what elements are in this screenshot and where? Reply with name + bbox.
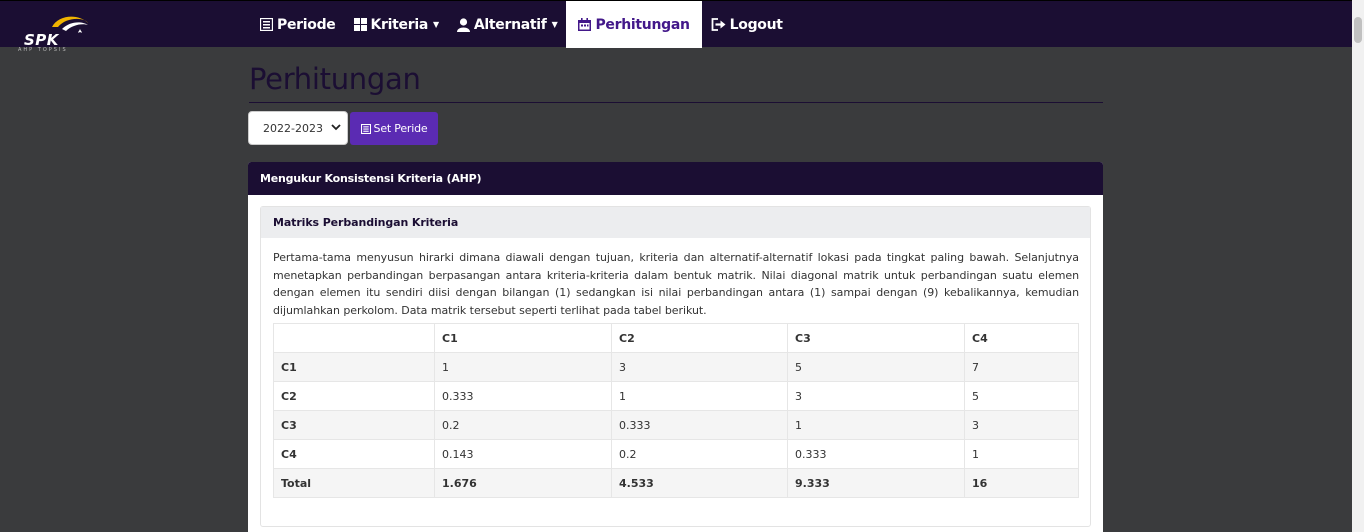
table-cell: 0.333 bbox=[611, 410, 788, 440]
table-header-cell bbox=[273, 323, 435, 353]
total-label-cell: Total bbox=[273, 468, 435, 498]
chevron-down-icon: ▼ bbox=[433, 20, 439, 29]
logout-icon bbox=[711, 18, 726, 31]
nav-perhitungan[interactable]: Perhitungan bbox=[566, 1, 702, 48]
table-header-cell: C3 bbox=[787, 323, 965, 353]
total-cell: 9.333 bbox=[787, 468, 965, 498]
nav-alternatif-label: Alternatif bbox=[473, 16, 547, 33]
nav-kriteria-label: Kriteria bbox=[370, 16, 429, 33]
nav-logout[interactable]: Logout bbox=[702, 1, 792, 48]
panel-title: Matriks Perbandingan Kriteria bbox=[261, 207, 1090, 238]
table-header-cell: C2 bbox=[611, 323, 788, 353]
user-icon bbox=[456, 17, 470, 32]
set-period-button[interactable]: Set Peride bbox=[350, 112, 438, 145]
card-header: Mengukur Konsistensi Kriteria (AHP) bbox=[248, 162, 1103, 195]
brand-tagline: AHP TOPSIS bbox=[18, 47, 68, 53]
nav-logout-label: Logout bbox=[729, 16, 783, 33]
table-total-row: Total 1.676 4.533 9.333 16 bbox=[273, 468, 1079, 498]
comparison-matrix-table: C1 C2 C3 C4 C1 1 3 5 7 C2 0.333 1 3 5 C3… bbox=[273, 323, 1079, 498]
table-cell: 1 bbox=[611, 381, 788, 411]
row-header-cell: C3 bbox=[273, 410, 435, 440]
chevron-down-icon: ▼ bbox=[551, 20, 558, 29]
table-header-row: C1 C2 C3 C4 bbox=[273, 323, 1079, 353]
table-cell: 5 bbox=[964, 381, 1079, 411]
table-row: C4 0.143 0.2 0.333 1 bbox=[273, 439, 1079, 469]
comparison-matrix-panel: Matriks Perbandingan Kriteria Pertama-ta… bbox=[260, 206, 1091, 527]
table-cell: 1 bbox=[434, 352, 612, 382]
table-header-cell: C4 bbox=[964, 323, 1079, 353]
nav-periode-label: Periode bbox=[277, 16, 336, 33]
table-row: C3 0.2 0.333 1 3 bbox=[273, 410, 1079, 440]
table-cell: 3 bbox=[964, 410, 1079, 440]
row-header-cell: C1 bbox=[273, 352, 435, 382]
table-header-cell: C1 bbox=[434, 323, 612, 353]
brand-logo[interactable]: SPK AHP TOPSIS bbox=[16, 11, 108, 55]
nav-perhitungan-label: Perhitungan bbox=[595, 16, 690, 33]
table-cell: 5 bbox=[787, 352, 965, 382]
ahp-consistency-card: Mengukur Konsistensi Kriteria (AHP) Matr… bbox=[248, 162, 1103, 532]
table-cell: 0.333 bbox=[434, 381, 612, 411]
chevron-down-icon bbox=[331, 122, 341, 135]
title-divider bbox=[249, 102, 1103, 103]
matrix-description: Pertama-tama menyusun hirarki dimana dia… bbox=[273, 251, 1079, 317]
table-cell: 1 bbox=[787, 410, 965, 440]
nav-kriteria[interactable]: Kriteria ▼ bbox=[345, 1, 448, 48]
table-cell: 7 bbox=[964, 352, 1079, 382]
total-cell: 4.533 bbox=[611, 468, 788, 498]
nav-alternatif[interactable]: Alternatif ▼ bbox=[448, 1, 567, 48]
table-row: C1 1 3 5 7 bbox=[273, 352, 1079, 382]
top-navbar: SPK AHP TOPSIS Periode Kriteria ▼ Altern… bbox=[0, 0, 1352, 53]
table-cell: 0.143 bbox=[434, 439, 612, 469]
list-icon bbox=[360, 123, 371, 134]
table-cell: 3 bbox=[611, 352, 788, 382]
table-cell: 3 bbox=[787, 381, 965, 411]
period-select[interactable]: 2022-2023 bbox=[248, 111, 348, 145]
page-scrollbar[interactable] bbox=[1352, 0, 1364, 532]
total-cell: 16 bbox=[964, 468, 1079, 498]
table-row: C2 0.333 1 3 5 bbox=[273, 381, 1079, 411]
row-header-cell: C2 bbox=[273, 381, 435, 411]
main-nav: Periode Kriteria ▼ Alternatif ▼ Perhitun… bbox=[251, 1, 792, 48]
grid-icon bbox=[353, 18, 367, 31]
table-cell: 1 bbox=[964, 439, 1079, 469]
row-header-cell: C4 bbox=[273, 439, 435, 469]
list-icon bbox=[260, 18, 273, 31]
table-cell: 0.333 bbox=[787, 439, 965, 469]
page-title: Perhitungan bbox=[249, 62, 421, 96]
calendar-icon bbox=[578, 18, 592, 31]
scrollbar-thumb[interactable] bbox=[1354, 17, 1362, 43]
table-cell: 0.2 bbox=[434, 410, 612, 440]
table-cell: 0.2 bbox=[611, 439, 788, 469]
period-select-value: 2022-2023 bbox=[263, 121, 323, 135]
set-period-button-label: Set Peride bbox=[373, 122, 428, 135]
nav-periode[interactable]: Periode bbox=[251, 1, 345, 48]
total-cell: 1.676 bbox=[434, 468, 612, 498]
